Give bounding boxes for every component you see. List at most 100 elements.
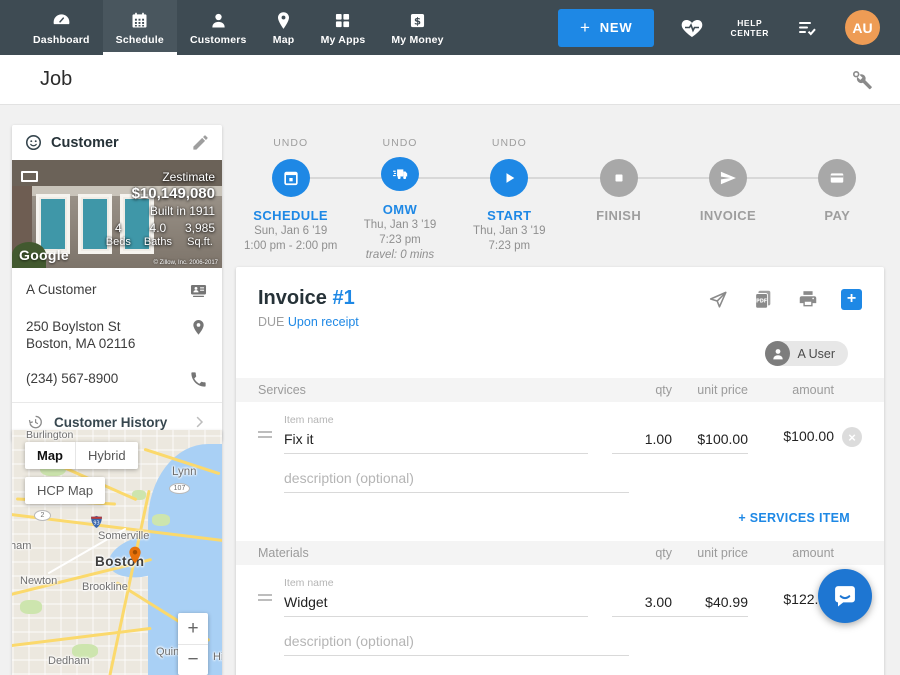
job-tools-icon[interactable] <box>850 68 874 92</box>
add-service-row: + SERVICES ITEM <box>236 493 884 541</box>
map-label-somerville: Somerville <box>98 530 149 542</box>
map-widget[interactable]: Burlington Lynn Somerville Boston ham Ne… <box>12 430 222 675</box>
zoom-in-button[interactable]: + <box>178 613 208 644</box>
sqft-value: 3,985 <box>185 221 215 235</box>
delete-item-button[interactable]: × <box>842 427 862 447</box>
nav-label: Dashboard <box>33 34 90 46</box>
item-description-input[interactable] <box>284 629 629 656</box>
phone-icon[interactable] <box>189 370 208 389</box>
nav-item-dashboard[interactable]: Dashboard <box>20 0 103 55</box>
map-type-map-button[interactable]: Map <box>25 442 75 469</box>
add-services-item-link[interactable]: + SERVICES ITEM <box>738 511 850 525</box>
nav-right-controls: + NEW HELP CENTER AU <box>558 0 900 55</box>
dashboard-icon <box>50 9 72 31</box>
schedule-step-button[interactable] <box>272 159 310 197</box>
nav-label: My Money <box>391 34 443 46</box>
undo-button[interactable]: UNDO <box>383 137 418 157</box>
item-description-input[interactable] <box>284 466 629 493</box>
drag-handle-icon[interactable] <box>258 591 284 617</box>
zoom-out-button[interactable]: − <box>178 644 208 675</box>
nav-item-schedule[interactable]: Schedule <box>103 0 177 55</box>
nav-label: Map <box>273 34 295 46</box>
undo-button[interactable]: UNDO <box>492 137 527 159</box>
zestimate-label: Zestimate <box>106 170 215 184</box>
invoice-due-line: DUE Upon receipt <box>258 315 862 329</box>
customer-face-icon <box>24 133 43 152</box>
map-type-toggle: Map Hybrid <box>25 442 138 469</box>
undo-button[interactable]: UNDO <box>273 137 308 159</box>
omw-step-button[interactable] <box>381 157 419 191</box>
property-photo[interactable]: Zestimate $10,149,080 Built in 1911 4Bed… <box>12 160 222 268</box>
start-step-button[interactable] <box>490 159 528 197</box>
baths-value: 4.0 <box>144 221 172 235</box>
item-amount: $100.00 <box>764 428 834 454</box>
step-label: SCHEDULE <box>253 208 328 223</box>
item-name-input[interactable] <box>284 427 588 454</box>
help-center-line1: HELP <box>730 18 769 28</box>
item-qty-input[interactable] <box>612 590 672 617</box>
edit-pencil-icon[interactable] <box>191 133 210 152</box>
invoice-number[interactable]: #1 <box>332 287 354 309</box>
user-avatar[interactable]: AU <box>845 10 880 45</box>
timeline-step-omw: UNDO OMW Thu, Jan 3 '19 7:23 pm travel: … <box>345 137 454 262</box>
nav-label: My Apps <box>321 34 366 46</box>
job-location-pin-icon <box>128 546 142 564</box>
chat-messenger-button[interactable] <box>818 569 872 623</box>
contact-card-icon[interactable] <box>189 281 208 300</box>
tasks-list-icon[interactable] <box>795 16 819 40</box>
map-type-hybrid-button[interactable]: Hybrid <box>75 442 138 469</box>
health-heart-icon[interactable] <box>680 16 704 40</box>
nav-item-my-money[interactable]: $ My Money <box>378 0 456 55</box>
play-icon <box>499 168 519 188</box>
step-time: 7:23 pm <box>489 239 531 253</box>
map-label-dedham: Dedham <box>48 655 90 667</box>
svg-text:PDF: PDF <box>756 298 767 304</box>
step-label: START <box>487 208 531 223</box>
item-unit-price-input[interactable] <box>672 590 748 617</box>
step-date: Thu, Jan 3 '19 <box>473 224 546 238</box>
help-center-button[interactable]: HELP CENTER <box>730 18 769 38</box>
customer-name: A Customer <box>26 281 181 298</box>
assigned-user-pill[interactable]: A User <box>765 341 848 366</box>
invoice-step-button[interactable] <box>709 159 747 197</box>
nav-item-customers[interactable]: Customers <box>177 0 260 55</box>
zillow-copyright: © Zillow, Inc. 2006-2017 <box>154 260 218 266</box>
print-icon[interactable] <box>796 287 820 311</box>
step-travel: travel: 0 mins <box>366 248 434 262</box>
step-label: FINISH <box>596 208 641 223</box>
item-name-input[interactable] <box>284 590 588 617</box>
nav-item-my-apps[interactable]: My Apps <box>308 0 379 55</box>
item-qty-input[interactable] <box>612 427 672 454</box>
step-label: OMW <box>383 202 417 217</box>
hcp-map-button[interactable]: HCP Map <box>25 477 105 504</box>
location-pin-icon[interactable] <box>189 318 208 337</box>
add-material-row: + MATERIALS ITEM <box>236 656 884 675</box>
add-invoice-button[interactable]: + <box>841 289 862 310</box>
page-title: Job <box>40 68 72 91</box>
route-2-shield: 2 <box>34 510 51 521</box>
unit-price-column-header: unit price <box>672 383 748 397</box>
history-icon <box>26 413 44 431</box>
section-name: Services <box>258 383 612 397</box>
finish-step-button[interactable] <box>600 159 638 197</box>
assigned-user-row: A User <box>258 329 862 378</box>
map-label-ham: ham <box>12 540 31 552</box>
pay-step-button[interactable] <box>818 159 856 197</box>
customer-history-label: Customer History <box>54 415 180 430</box>
step-date: Sun, Jan 6 '19 <box>254 224 327 238</box>
map-label-newton: Newton <box>20 575 57 587</box>
item-unit-price-input[interactable] <box>672 427 748 454</box>
address-line1: 250 Boylston St <box>26 319 121 334</box>
timeline-step-invoice: INVOICE <box>673 137 782 262</box>
drag-handle-icon[interactable] <box>258 428 284 454</box>
zestimate-overlay: Zestimate $10,149,080 Built in 1911 4Bed… <box>106 170 215 248</box>
invoice-actions: PDF + <box>706 287 862 311</box>
new-button[interactable]: + NEW <box>558 9 654 47</box>
pdf-icon[interactable]: PDF <box>751 287 775 311</box>
nav-item-map[interactable]: Map <box>260 0 308 55</box>
map-label-brookline: Brookline <box>82 581 128 593</box>
item-name-label: Item name <box>284 577 334 589</box>
send-invoice-icon[interactable] <box>706 287 730 311</box>
due-terms-link[interactable]: Upon receipt <box>288 315 359 329</box>
service-item-description-row <box>236 464 884 493</box>
